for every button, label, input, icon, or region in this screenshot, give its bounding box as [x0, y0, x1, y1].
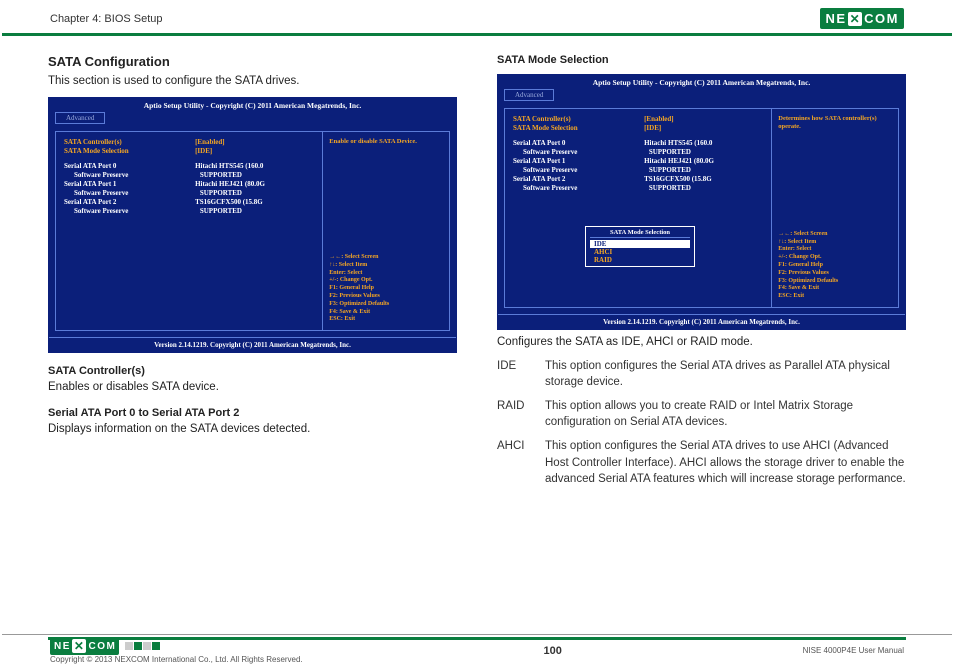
nexcom-footer-logo-icon: NE✕COM	[50, 637, 119, 655]
mode-ide-label: IDE	[497, 358, 545, 390]
chapter-title: Chapter 4: BIOS Setup	[50, 13, 163, 25]
bios-port0-sw-label: Software Preserve	[74, 171, 200, 179]
bios-tab-advanced: Advanced	[55, 112, 105, 124]
nexcom-logo-icon: NE✕COM	[820, 8, 904, 29]
bios-title-2: Aptio Setup Utility - Copyright (C) 2011…	[498, 75, 905, 89]
bios2-p1-label: Serial ATA Port 1	[513, 157, 644, 165]
footer-squares-icon	[125, 642, 160, 650]
mode-selection-desc: Configures the SATA as IDE, AHCI or RAID…	[497, 334, 906, 350]
bios-tabbar-2: Advanced	[498, 89, 905, 104]
page-number: 100	[543, 645, 561, 657]
bios-version: Version 2.14.1219. Copyright (C) 2011 Am…	[49, 337, 456, 352]
bios2-p0sw-val: SUPPORTED	[649, 148, 763, 156]
bios-settings-area: SATA Controller(s)[Enabled] SATA Mode Se…	[56, 132, 322, 330]
bios-nav-hints-2: →←: Select Screen ↑↓: Select Item Enter:…	[778, 231, 892, 301]
mode-ide-row: IDE This option configures the Serial AT…	[497, 358, 906, 390]
bios-sata-mode-value: [IDE]	[195, 147, 314, 155]
page-content: SATA Configuration This section is used …	[0, 36, 954, 495]
sata-config-title: SATA Configuration	[48, 54, 457, 69]
bios-tab-advanced-2: Advanced	[504, 89, 554, 101]
bios-port0-label: Serial ATA Port 0	[64, 162, 195, 170]
bios-port1-sw-label: Software Preserve	[74, 189, 200, 197]
popup-option-raid: RAID	[590, 256, 690, 264]
bios-port0-value: Hitachi HTS545 (160.0	[195, 162, 314, 170]
bios2-mode-val: [IDE]	[644, 124, 763, 132]
mode-raid-label: RAID	[497, 398, 545, 430]
bios-port2-value: TS16GCFX500 (15.8G	[195, 198, 314, 206]
mode-raid-row: RAID This option allows you to create RA…	[497, 398, 906, 430]
sata-controller-heading: SATA Controller(s)	[48, 365, 457, 377]
bios-sata-controller-value: [Enabled]	[195, 138, 314, 146]
bios2-p2sw-label: Software Preserve	[523, 184, 649, 192]
sata-config-intro: This section is used to configure the SA…	[48, 73, 457, 89]
bios-settings-area-2: SATA Controller(s)[Enabled] SATA Mode Se…	[505, 109, 771, 307]
sata-controller-body: Enables or disables SATA device.	[48, 379, 457, 395]
bios2-p0-label: Serial ATA Port 0	[513, 139, 644, 147]
bios-title: Aptio Setup Utility - Copyright (C) 2011…	[49, 98, 456, 112]
mode-ide-text: This option configures the Serial ATA dr…	[545, 358, 906, 390]
bios2-ctrl-label: SATA Controller(s)	[513, 115, 644, 123]
brand-logo: NE✕COM	[820, 8, 904, 29]
left-column: SATA Configuration This section is used …	[48, 54, 457, 495]
page-footer: NE✕COM Copyright © 2013 NEXCOM Internati…	[2, 634, 952, 664]
bios2-p1sw-val: SUPPORTED	[649, 166, 763, 174]
bios-port1-value: Hitachi HEJ421 (80.0G	[195, 180, 314, 188]
sata-mode-popup: SATA Mode Selection IDE AHCI RAID	[585, 226, 695, 267]
bios-help-text: Enable or disable SATA Device.	[329, 138, 443, 146]
bios2-p2-label: Serial ATA Port 2	[513, 175, 644, 183]
bios-port2-sw-value: SUPPORTED	[200, 207, 314, 215]
bios-port2-label: Serial ATA Port 2	[64, 198, 195, 206]
bios-help-area-2: Determines how SATA controller(s) operat…	[771, 109, 898, 307]
bios-port1-label: Serial ATA Port 1	[64, 180, 195, 188]
bios2-p0-val: Hitachi HTS545 (160.0	[644, 139, 763, 147]
bios-port1-sw-value: SUPPORTED	[200, 189, 314, 197]
bios-version-2: Version 2.14.1219. Copyright (C) 2011 Am…	[498, 314, 905, 329]
right-column: SATA Mode Selection Aptio Setup Utility …	[497, 54, 906, 495]
sata-mode-selection-title: SATA Mode Selection	[497, 54, 906, 66]
bios-port2-sw-label: Software Preserve	[74, 207, 200, 215]
bios-port0-sw-value: SUPPORTED	[200, 171, 314, 179]
popup-title: SATA Mode Selection	[590, 229, 690, 238]
bios-tabbar: Advanced	[49, 112, 456, 127]
serial-ata-ports-heading: Serial ATA Port 0 to Serial ATA Port 2	[48, 407, 457, 419]
popup-option-ide: IDE	[590, 240, 690, 248]
popup-option-ahci: AHCI	[590, 248, 690, 256]
bios-sata-mode-label: SATA Mode Selection	[64, 147, 195, 155]
manual-name: NISE 4000P4E User Manual	[803, 646, 904, 655]
footer-logo: NE✕COM	[50, 637, 303, 655]
bios2-p1sw-label: Software Preserve	[523, 166, 649, 174]
bios-screenshot-sata-config: Aptio Setup Utility - Copyright (C) 2011…	[48, 97, 457, 353]
bios-screenshot-mode-selection: Aptio Setup Utility - Copyright (C) 2011…	[497, 74, 906, 330]
mode-ahci-label: AHCI	[497, 438, 545, 486]
mode-ahci-text: This option configures the Serial ATA dr…	[545, 438, 906, 486]
bios-help-area: Enable or disable SATA Device. →←: Selec…	[322, 132, 449, 330]
bios2-p1-val: Hitachi HEJ421 (80.0G	[644, 157, 763, 165]
page-header: Chapter 4: BIOS Setup NE✕COM	[2, 0, 952, 36]
bios2-p2sw-val: SUPPORTED	[649, 184, 763, 192]
bios-nav-hints: →←: Select Screen ↑↓: Select Item Enter:…	[329, 254, 443, 324]
copyright-text: Copyright © 2013 NEXCOM International Co…	[50, 655, 303, 664]
mode-raid-text: This option allows you to create RAID or…	[545, 398, 906, 430]
serial-ata-ports-body: Displays information on the SATA devices…	[48, 421, 457, 437]
bios-help-text-2: Determines how SATA controller(s) operat…	[778, 115, 892, 131]
bios2-p0sw-label: Software Preserve	[523, 148, 649, 156]
bios2-mode-label: SATA Mode Selection	[513, 124, 644, 132]
bios2-p2-val: TS16GCFX500 (15.8G	[644, 175, 763, 183]
mode-ahci-row: AHCI This option configures the Serial A…	[497, 438, 906, 486]
bios2-ctrl-val: [Enabled]	[644, 115, 763, 123]
bios-sata-controller-label: SATA Controller(s)	[64, 138, 195, 146]
